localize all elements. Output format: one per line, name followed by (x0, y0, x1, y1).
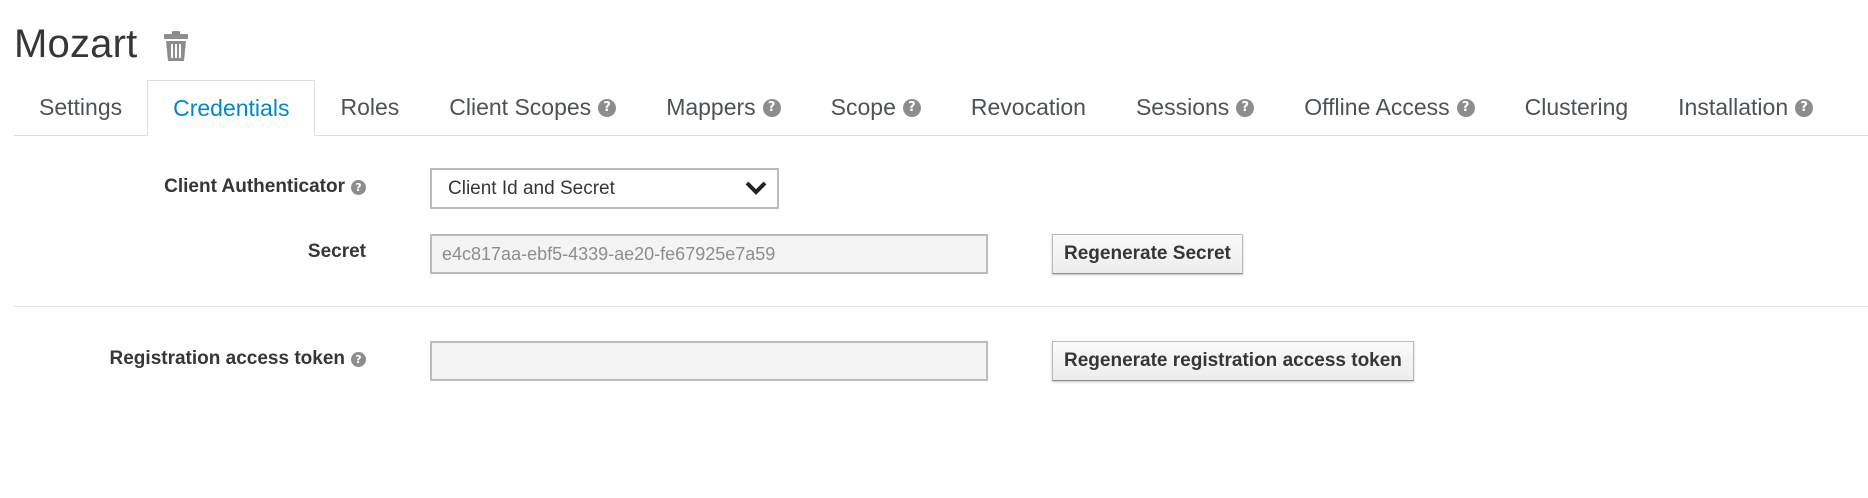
tab-revocation[interactable]: Revocation (946, 80, 1111, 135)
chevron-down-icon (745, 181, 767, 195)
tab-installation[interactable]: Installation? (1653, 80, 1838, 135)
tab-label: Mappers (666, 94, 756, 120)
secret-label-wrap: Secret (308, 241, 366, 263)
help-icon[interactable]: ? (762, 98, 781, 117)
page-header: Mozart (14, 18, 189, 70)
help-icon[interactable]: ? (902, 98, 921, 117)
help-icon[interactable]: ? (351, 179, 366, 195)
help-icon[interactable]: ? (351, 351, 366, 367)
tab-credentials[interactable]: Credentials (147, 80, 316, 136)
tab-label: Revocation (970, 94, 1086, 120)
tab-label: Credentials (173, 94, 290, 121)
tab-label: Roles (340, 94, 400, 120)
tab-label: Scope (830, 94, 896, 120)
client-authenticator-label-wrap: Client Authenticator ? (164, 176, 366, 198)
client-authenticator-row: Client Authenticator ? Client Id and Sec… (0, 168, 1868, 210)
registration-token-label-wrap: Registration access token ? (110, 348, 366, 370)
tab-label: Installation (1678, 94, 1789, 120)
tab-label: Client Scopes (449, 94, 592, 120)
tab-bar: Settings Credentials Roles Client Scopes? Ma… (14, 80, 1868, 136)
help-icon[interactable]: ? (1456, 98, 1475, 117)
tab-sessions[interactable]: Sessions? (1111, 80, 1279, 135)
tab-label: Clustering (1524, 94, 1629, 120)
client-authenticator-select[interactable]: Client Id and Secret (430, 168, 779, 209)
tab-scope[interactable]: Scope? (806, 80, 946, 135)
registration-token-label: Registration access token (109, 348, 345, 369)
tab-label: Settings (39, 94, 123, 120)
registration-token-row: Registration access token ? Regenerate r… (0, 341, 1868, 381)
tab-label: Sessions (1135, 94, 1230, 120)
tab-mappers[interactable]: Mappers? (641, 80, 805, 135)
help-icon[interactable]: ? (1236, 98, 1255, 117)
tab-settings[interactable]: Settings (14, 80, 147, 135)
secret-input[interactable]: e4c817aa-ebf5-4339-ae20-fe67925e7a59 (430, 234, 988, 274)
tab-clustering[interactable]: Clustering (1500, 80, 1654, 135)
client-authenticator-value: Client Id and Secret (448, 177, 615, 199)
tab-label: Offline Access (1304, 94, 1450, 120)
divider (14, 306, 1868, 307)
secret-row: Secret e4c817aa-ebf5-4339-ae20-fe67925e7… (0, 234, 1868, 274)
tab-offline-access[interactable]: Offline Access? (1279, 80, 1499, 135)
trash-icon[interactable] (163, 30, 189, 62)
tab-client-scopes[interactable]: Client Scopes? (424, 80, 641, 135)
registration-token-input[interactable] (430, 341, 988, 381)
tab-roles[interactable]: Roles (315, 80, 424, 135)
regenerate-secret-button[interactable]: Regenerate Secret (1052, 234, 1243, 274)
regenerate-registration-token-button[interactable]: Regenerate registration access token (1052, 341, 1414, 381)
page-title: Mozart (14, 21, 138, 66)
help-icon[interactable]: ? (598, 98, 617, 117)
client-authenticator-label: Client Authenticator (164, 176, 345, 197)
help-icon[interactable]: ? (1795, 98, 1814, 117)
secret-label: Secret (307, 241, 366, 262)
